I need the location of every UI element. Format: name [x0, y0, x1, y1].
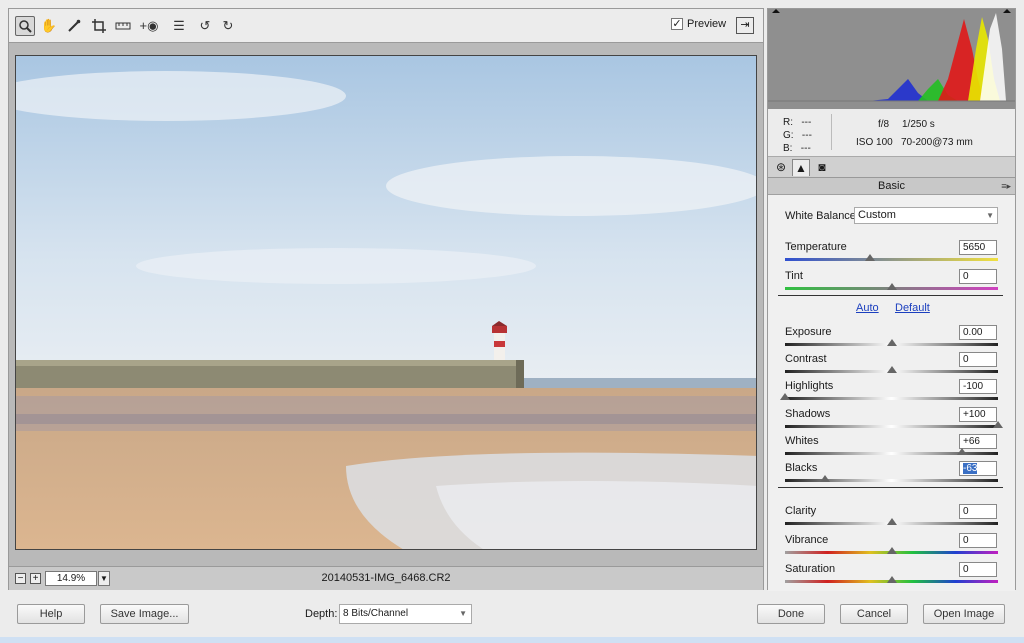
rotate-cw-icon[interactable]: ↻ [218, 16, 238, 36]
exposure-label: Exposure [785, 326, 832, 338]
highlights-slider-thumb[interactable] [780, 393, 790, 400]
basic-panel: White Balance: Custom ▼ Auto Default Tem… [768, 195, 1015, 591]
chevron-down-icon: ▼ [986, 211, 994, 220]
highlights-value-field[interactable]: -100 [959, 379, 997, 394]
clarity-value-field[interactable]: 0 [959, 504, 997, 519]
auto-link[interactable]: Auto [856, 302, 879, 314]
red-eye-tool-icon[interactable]: +◉ [139, 16, 159, 36]
tab-camera-icon[interactable]: ◙ [813, 159, 831, 176]
highlights-slider-track[interactable] [785, 397, 998, 400]
panel-title-text: Basic [878, 180, 905, 192]
blacks-label: Blacks [785, 462, 818, 474]
depth-value: 8 Bits/Channel [343, 608, 409, 619]
section-divider [778, 295, 1003, 296]
section-divider [778, 487, 1003, 488]
save-image-button[interactable]: Save Image... [100, 604, 189, 624]
depth-select[interactable]: 8 Bits/Channel ▼ [339, 604, 472, 624]
depth-label: Depth: [305, 608, 338, 620]
b-value: --- [800, 143, 811, 154]
g-value: --- [801, 130, 812, 141]
shadows-label: Shadows [785, 408, 831, 420]
exposure-slider-thumb[interactable] [886, 339, 897, 346]
blacks-slider-track[interactable] [785, 479, 998, 482]
lens: 70-200@73 mm [901, 137, 973, 148]
preview-label: Preview [687, 18, 727, 30]
default-link[interactable]: Default [895, 302, 930, 314]
whites-slider-thumb[interactable] [956, 448, 967, 455]
vibrance-slider-thumb[interactable] [886, 547, 897, 554]
straighten-tool-icon[interactable] [113, 16, 133, 36]
exposure-value-field[interactable]: 0.00 [959, 325, 997, 340]
zoom-tool-icon[interactable] [15, 16, 35, 36]
aperture: f/8 [878, 119, 890, 130]
tab-basic-icon[interactable]: ▲ [792, 159, 810, 176]
whites-label: Whites [785, 435, 819, 447]
panel-title: Basic ≡▸ [768, 178, 1015, 195]
saturation-value-field[interactable]: 0 [959, 562, 997, 577]
preview-toggle[interactable]: ✓ Preview [671, 18, 726, 30]
white-balance-select[interactable]: Custom ▼ [854, 207, 998, 224]
panel-menu-icon[interactable]: ≡▸ [1001, 178, 1011, 194]
contrast-value-field[interactable]: 0 [959, 352, 997, 367]
shadows-slider-thumb[interactable] [993, 421, 1003, 428]
toolbar: ✋ +◉ ☰ ↺ ↻ ✓ Preview ⇥ [9, 9, 763, 43]
temperature-value-field[interactable]: 5650 [959, 240, 997, 255]
white-balance-label: White Balance: [785, 210, 859, 222]
tint-slider-thumb[interactable] [886, 283, 897, 290]
adjustment-panel: R: --- G: --- B: --- f/8 1/250 s ISO 100… [767, 8, 1016, 591]
tint-label: Tint [785, 270, 803, 282]
cancel-button[interactable]: Cancel [840, 604, 908, 624]
file-name: 20140531-IMG_6468.CR2 [321, 572, 451, 584]
open-image-button[interactable]: Open Image [923, 604, 1005, 624]
status-bar: − + 14.9% ▼ 20140531-IMG_6468.CR2 [9, 566, 763, 590]
b-label: B: [783, 143, 793, 154]
whites-value-field[interactable]: +66 [959, 434, 997, 449]
temperature-slider-track[interactable] [785, 258, 998, 261]
r-value: --- [801, 117, 812, 128]
rotate-ccw-icon[interactable]: ↺ [195, 16, 215, 36]
clarity-slider-thumb[interactable] [886, 518, 897, 525]
histogram [768, 9, 1015, 109]
crop-tool-icon[interactable] [89, 16, 109, 36]
shadows-value-field[interactable]: +100 [959, 407, 997, 422]
image-preview [15, 55, 757, 550]
highlights-label: Highlights [785, 380, 834, 392]
panel-tabs: ⊛ ▲ ◙ [768, 157, 1015, 178]
g-label: G: [783, 130, 794, 141]
r-label: R: [783, 117, 793, 128]
white-balance-value: Custom [858, 209, 896, 221]
preferences-list-icon[interactable]: ☰ [169, 16, 189, 36]
temperature-label: Temperature [785, 241, 847, 253]
chevron-down-icon: ▼ [459, 609, 467, 618]
image-info: R: --- G: --- B: --- f/8 1/250 s ISO 100… [768, 109, 1015, 157]
saturation-slider-thumb[interactable] [886, 576, 897, 583]
help-button[interactable]: Help [17, 604, 85, 624]
blacks-value-field[interactable]: -63 [959, 461, 997, 476]
clarity-label: Clarity [785, 505, 817, 517]
white-balance-tool-icon[interactable] [64, 16, 84, 36]
vibrance-value-field[interactable]: 0 [959, 533, 997, 548]
fullscreen-icon[interactable]: ⇥ [736, 17, 754, 34]
iso: ISO 100 [856, 137, 893, 148]
done-button[interactable]: Done [757, 604, 825, 624]
tint-value-field[interactable]: 0 [959, 269, 997, 284]
blacks-slider-thumb[interactable] [820, 475, 831, 482]
preview-checkbox[interactable]: ✓ [671, 18, 683, 30]
vibrance-label: Vibrance [785, 534, 829, 546]
hand-tool-icon[interactable]: ✋ [39, 16, 59, 36]
info-divider [831, 114, 832, 150]
tab-lens-aperture-icon[interactable]: ⊛ [772, 159, 790, 176]
shutter-speed: 1/250 s [902, 119, 935, 130]
saturation-label: Saturation [785, 563, 836, 575]
contrast-slider-thumb[interactable] [886, 366, 897, 373]
contrast-label: Contrast [785, 353, 827, 365]
preview-area: ✋ +◉ ☰ ↺ ↻ ✓ Preview ⇥ − + 14.9% ▼ 20140… [8, 8, 764, 590]
shadows-slider-track[interactable] [785, 425, 998, 428]
window-bottom-strip [0, 637, 1024, 643]
temperature-slider-thumb[interactable] [865, 254, 876, 261]
